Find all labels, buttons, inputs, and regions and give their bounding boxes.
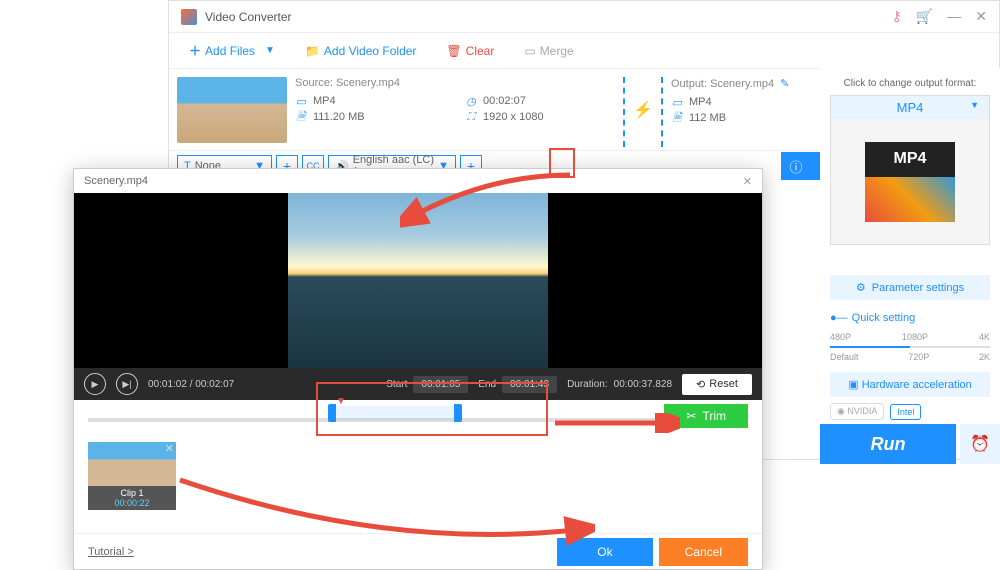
video-icon: ▭ [295, 95, 307, 107]
scissors-icon: ✂ [686, 409, 696, 423]
chip-icon: ▣ [848, 379, 858, 391]
timeline[interactable]: ▼ ✂Trim [74, 400, 762, 436]
run-button[interactable]: Run [820, 424, 956, 464]
quality-slider[interactable]: 480P1080P4K Default720P2K [830, 332, 990, 362]
trim-button[interactable]: ✂Trim [664, 404, 748, 428]
output-sidebar: Click to change output format: MP4 MP4 ⚙… [820, 68, 1000, 430]
trim-range-handle[interactable] [330, 406, 460, 420]
parameter-settings-button[interactable]: ⚙Parameter settings [830, 275, 990, 300]
format-hint: Click to change output format: [830, 78, 990, 89]
source-thumbnail [177, 77, 287, 143]
play-button[interactable]: ▶ [84, 373, 106, 395]
intel-chip: Intel [890, 404, 921, 420]
clips-row: ✕ Clip 100:00:22 [74, 436, 762, 506]
merge-button[interactable]: ▭Merge [524, 44, 573, 58]
schedule-button[interactable]: ⏰ [960, 424, 1000, 464]
video-preview [74, 193, 762, 368]
key-icon[interactable]: ⚷ [892, 8, 902, 25]
info-icon[interactable]: ⓘ [781, 152, 811, 180]
main-toolbar: ＋Add Files ▼ 📁Add Video Folder 🗑Clear ▭M… [169, 33, 999, 69]
close-icon[interactable]: ✕ [975, 8, 987, 25]
clock-icon: ◷ [465, 95, 477, 107]
trim-dialog: Scenery.mp4 ✕ ▶ ▶| 00:01:02 / 00:02:07 S… [73, 168, 763, 570]
cart-icon[interactable]: 🛒 [916, 8, 933, 25]
ok-button[interactable]: Ok [557, 538, 652, 566]
lightning-icon: ⚡ [633, 100, 653, 120]
minimize-icon[interactable]: — [947, 8, 961, 25]
format-card[interactable]: MP4 MP4 [830, 95, 990, 245]
file-icon: 🗎 [295, 111, 307, 123]
step-button[interactable]: ▶| [116, 373, 138, 395]
video-icon: ▭ [671, 96, 683, 108]
add-folder-button[interactable]: 📁Add Video Folder [305, 44, 416, 58]
clear-button[interactable]: 🗑Clear [446, 44, 494, 58]
titlebar: Video Converter ⚷ 🛒 — ✕ [169, 1, 999, 33]
app-title: Video Converter [205, 10, 292, 24]
source-label: Source: Scenery.mp4 [295, 77, 615, 89]
dialog-title: Scenery.mp4 [84, 175, 148, 187]
resolution-icon: ⛶ [465, 111, 477, 123]
format-name: MP4 [831, 96, 989, 119]
dialog-close-icon[interactable]: ✕ [743, 175, 752, 188]
refresh-icon: ⟲ [696, 378, 705, 391]
app-logo-icon [181, 9, 197, 25]
divider [623, 77, 625, 147]
add-files-button[interactable]: ＋Add Files [189, 42, 255, 59]
reset-button[interactable]: ⟲Reset [682, 374, 752, 395]
gear-icon: ⚙ [856, 281, 866, 294]
tutorial-link[interactable]: Tutorial > [88, 546, 134, 558]
quick-setting-label: ●—Quick setting [830, 312, 990, 324]
clip-remove-icon[interactable]: ✕ [165, 442, 174, 455]
clip-item[interactable]: ✕ Clip 100:00:22 [88, 442, 176, 500]
playbar: ▶ ▶| 00:01:02 / 00:02:07 Start00:01:05 E… [74, 368, 762, 400]
edit-name-icon[interactable]: ✎ [780, 78, 789, 90]
start-time-input[interactable]: 00:01:05 [413, 376, 468, 393]
divider [661, 77, 663, 147]
end-time-input[interactable]: 00:01:43 [502, 376, 557, 393]
add-files-dropdown-icon[interactable]: ▼ [265, 45, 275, 56]
nvidia-chip: ◉ NVIDIA [830, 403, 884, 420]
hardware-accel-button[interactable]: ▣ Hardware acceleration [830, 372, 990, 397]
cancel-button[interactable]: Cancel [659, 538, 748, 566]
file-icon: 🗎 [671, 112, 683, 124]
